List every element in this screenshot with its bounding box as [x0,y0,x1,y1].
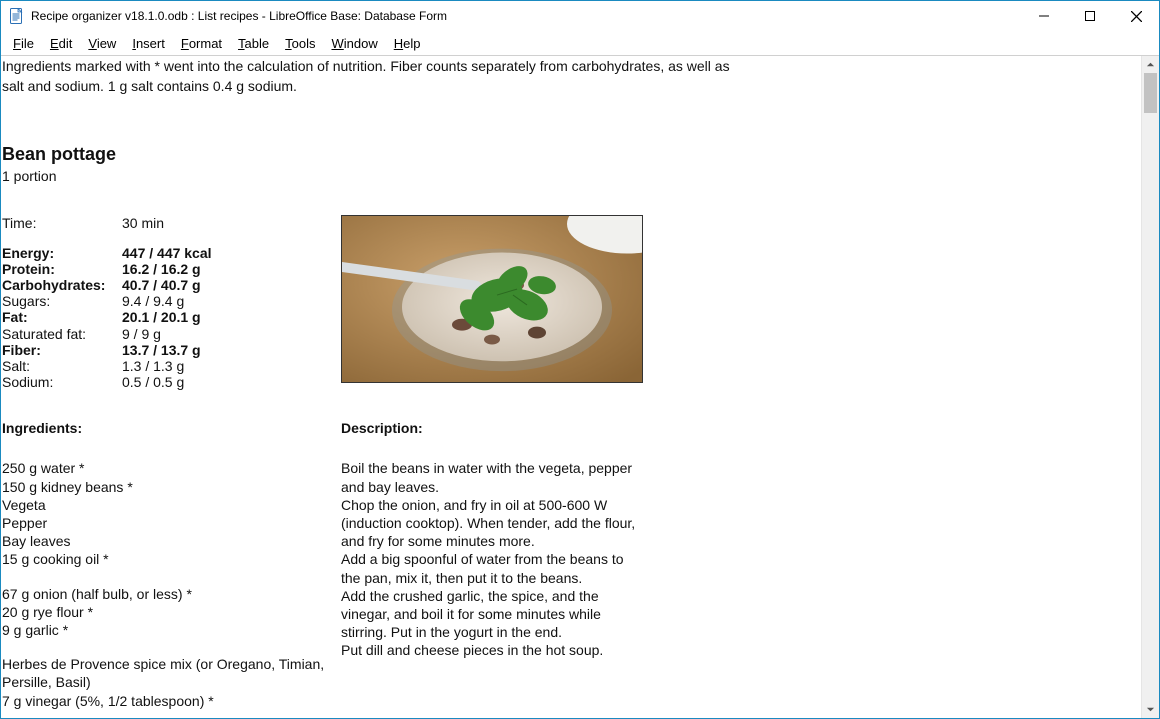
nutrition-label: Saturated fat: [2,326,122,342]
vertical-scrollbar[interactable] [1141,56,1159,718]
client-area: Ingredients marked with * went into the … [1,56,1159,718]
ingredient-line: 9 g garlic * [2,621,341,639]
app-window: Recipe organizer v18.1.0.odb : List reci… [0,0,1160,719]
description-line: Add a big spoonful of water from the bea… [341,550,641,586]
description-list: Boil the beans in water with the vegeta,… [341,459,641,659]
recipe-title: Bean pottage [2,143,1141,166]
recipe-portions: 1 portion [2,168,1141,186]
menu-tools[interactable]: Tools [277,34,323,53]
scroll-thumb[interactable] [1144,73,1157,113]
description-heading: Description: [341,420,641,438]
nutrition-value: 9.4 / 9.4 g [122,293,212,309]
nutrition-value: 9 / 9 g [122,326,212,342]
minimize-button[interactable] [1021,1,1067,31]
nutrition-value: 0.5 / 0.5 g [122,374,212,390]
scroll-up-icon[interactable] [1142,56,1159,73]
ingredient-line: 7 g vinegar (5%, 1/2 tablespoon) * [2,692,341,710]
nutrition-label: Carbohydrates: [2,277,122,293]
menu-file[interactable]: File [5,34,42,53]
titlebar: Recipe organizer v18.1.0.odb : List reci… [1,1,1159,31]
app-icon [9,8,25,24]
document-area: Ingredients marked with * went into the … [1,56,1141,718]
nutrition-label: Fiber: [2,342,122,358]
ingredient-line: 15 g cooking oil * [2,550,341,568]
ingredient-line: 20 g rye flour * [2,603,341,621]
scroll-track[interactable] [1142,73,1159,701]
nutrition-value: 20.1 / 20.1 g [122,309,212,325]
nutrition-note-line2: salt and sodium. 1 g salt contains 0.4 g… [1,76,1141,96]
nutrition-value: 13.7 / 13.7 g [122,342,212,358]
menu-help[interactable]: Help [386,34,429,53]
ingredient-line: Herbes de Provence spice mix (or Oregano… [2,655,341,691]
menu-insert[interactable]: Insert [124,34,173,53]
description-line: Chop the onion, and fry in oil at 500-60… [341,496,641,551]
ingredient-line: Bay leaves [2,532,341,550]
nutrition-table: Time: 30 min Energy:447 / 447 kcalProtei… [2,215,212,390]
window-buttons [1021,1,1159,31]
ingredient-line: 67 g onion (half bulb, or less) * [2,585,341,603]
ingredient-line: Vegeta [2,496,341,514]
nutrition-label: Energy: [2,245,122,261]
close-button[interactable] [1113,1,1159,31]
time-label: Time: [2,215,122,231]
nutrition-label: Sodium: [2,374,122,390]
menu-format[interactable]: Format [173,34,230,53]
time-value: 30 min [122,215,212,231]
maximize-button[interactable] [1067,1,1113,31]
menu-table[interactable]: Table [230,34,277,53]
nutrition-value: 447 / 447 kcal [122,245,212,261]
nutrition-value: 40.7 / 40.7 g [122,277,212,293]
menubar: File Edit View Insert Format Table Tools… [1,31,1159,56]
nutrition-value: 16.2 / 16.2 g [122,261,212,277]
description-line: Put dill and cheese pieces in the hot so… [341,641,641,659]
nutrition-label: Fat: [2,309,122,325]
ingredients-heading: Ingredients: [2,420,341,438]
menu-view[interactable]: View [80,34,124,53]
nutrition-label: Protein: [2,261,122,277]
nutrition-label: Salt: [2,358,122,374]
recipe-photo [341,215,643,383]
ingredient-line: 250 g water * [2,459,341,477]
scroll-down-icon[interactable] [1142,701,1159,718]
nutrition-note-line1: Ingredients marked with * went into the … [1,56,1141,76]
window-title: Recipe organizer v18.1.0.odb : List reci… [31,9,1021,23]
description-line: Boil the beans in water with the vegeta,… [341,459,641,495]
ingredient-list: 250 g water *150 g kidney beans *VegetaP… [2,459,341,718]
menu-window[interactable]: Window [323,34,385,53]
menu-edit[interactable]: Edit [42,34,80,53]
description-line: Add the crushed garlic, the spice, and t… [341,587,641,642]
nutrition-value: 1.3 / 1.3 g [122,358,212,374]
ingredient-line: Pepper [2,514,341,532]
ingredient-line: 150 g kidney beans * [2,478,341,496]
nutrition-label: Sugars: [2,293,122,309]
